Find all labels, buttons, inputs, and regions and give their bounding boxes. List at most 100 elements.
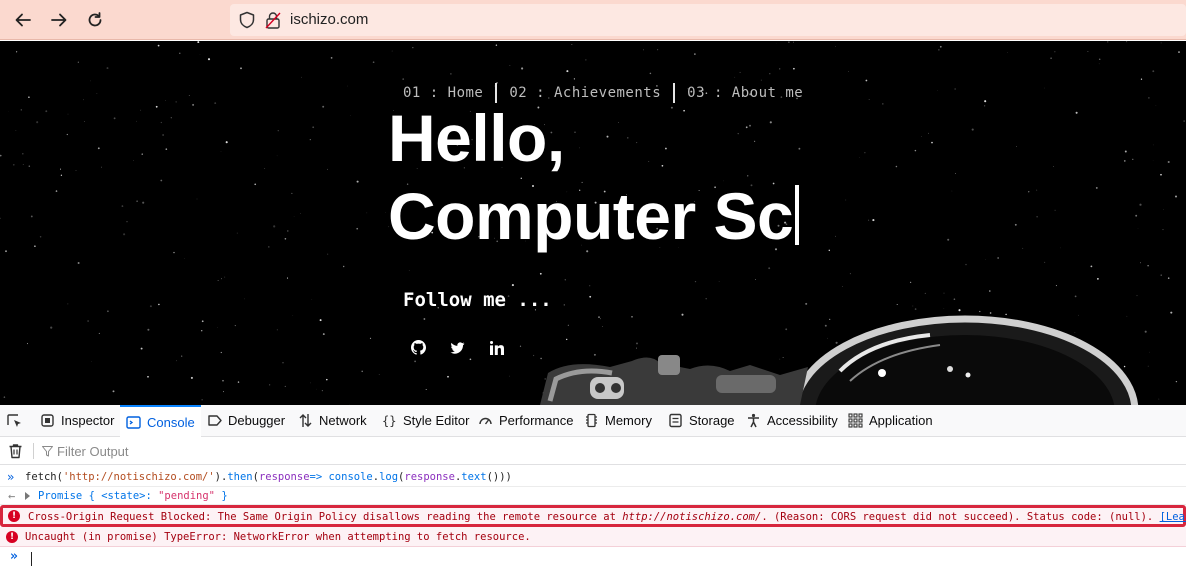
console-filter-bar (0, 437, 1186, 465)
star (739, 71, 741, 73)
code-token: ). (214, 471, 228, 483)
star (269, 384, 271, 386)
filter-output-input[interactable] (57, 441, 357, 461)
star (921, 136, 922, 137)
astronaut-helmet-image (540, 315, 1139, 405)
star (27, 343, 28, 345)
star (87, 320, 89, 322)
tab-console[interactable]: Console (120, 405, 201, 437)
star (140, 347, 143, 350)
star (509, 375, 510, 377)
forward-button[interactable] (46, 8, 72, 32)
back-arrow-icon (15, 13, 31, 27)
tab-application[interactable]: Application (842, 405, 939, 436)
star (1174, 195, 1178, 198)
inspector-icon (41, 414, 54, 427)
star (3, 396, 6, 398)
cors-error-message: ! Cross-Origin Request Blocked: The Same… (0, 505, 1186, 527)
shield-icon[interactable] (238, 11, 256, 29)
learn-more-link[interactable]: [Learn More] (1160, 511, 1186, 523)
star (511, 284, 514, 287)
star (149, 305, 152, 308)
star (835, 45, 836, 47)
tab-inspector[interactable]: Inspector (34, 405, 120, 436)
code-token: fetch( (25, 471, 63, 483)
back-button[interactable] (10, 8, 36, 32)
star (319, 319, 322, 322)
console-result-line[interactable]: ← Promise { <state>: "pending" } (0, 487, 1186, 505)
star (321, 390, 323, 392)
star (217, 279, 219, 281)
tab-label: Accessibility (767, 413, 838, 428)
tab-accessibility[interactable]: Accessibility (740, 405, 844, 436)
star (140, 109, 142, 111)
network-icon (299, 414, 312, 427)
star (414, 360, 416, 363)
star (1087, 50, 1089, 53)
star (1135, 214, 1138, 217)
tab-debugger[interactable]: Debugger (201, 405, 291, 436)
star (1054, 51, 1056, 53)
tab-label: Style Editor (403, 413, 470, 428)
star (649, 72, 652, 75)
star (931, 141, 933, 144)
star (311, 299, 313, 301)
star (1178, 51, 1180, 54)
star (0, 217, 1, 219)
star (214, 102, 217, 104)
star (1124, 150, 1127, 153)
star (55, 190, 58, 192)
star (694, 53, 696, 55)
star (989, 290, 991, 292)
star (277, 130, 279, 132)
linkedin-icon[interactable] (488, 339, 505, 356)
star (75, 170, 77, 171)
star (165, 148, 168, 150)
tab-style-editor[interactable]: {} Style Editor (376, 405, 475, 436)
star (842, 286, 843, 287)
hero-typed-text: Computer Sc (388, 179, 794, 253)
star (1140, 78, 1143, 80)
element-picker-icon[interactable] (6, 413, 23, 430)
star (133, 160, 134, 161)
console-command-input[interactable]: » (0, 547, 1186, 569)
star (1152, 70, 1155, 73)
star (207, 58, 211, 61)
star (909, 281, 912, 284)
star (564, 279, 566, 281)
star (1123, 160, 1126, 162)
tab-label: Debugger (228, 413, 286, 428)
star (539, 272, 542, 275)
tab-network[interactable]: Network (292, 405, 373, 436)
star (273, 225, 276, 228)
star (573, 78, 576, 80)
lock-icon[interactable] (265, 11, 281, 29)
star (141, 153, 143, 155)
star (1014, 223, 1017, 226)
star (284, 237, 287, 240)
star (1074, 295, 1077, 298)
trash-icon[interactable] (8, 443, 23, 459)
expand-triangle-icon[interactable] (25, 492, 30, 500)
star (22, 153, 24, 155)
url-bar[interactable]: ischizo.com (230, 4, 1186, 36)
filter-icon (42, 446, 53, 457)
reload-icon (88, 12, 102, 27)
github-icon[interactable] (410, 339, 427, 356)
star (1139, 203, 1142, 206)
star (22, 164, 24, 166)
tab-label: Console (147, 414, 195, 430)
tab-storage[interactable]: Storage (662, 405, 741, 436)
star (954, 173, 956, 175)
tab-performance[interactable]: Performance (472, 405, 579, 436)
star (309, 139, 311, 141)
twitter-icon[interactable] (449, 339, 466, 356)
star (1028, 191, 1030, 193)
star (39, 235, 42, 238)
star (155, 105, 158, 108)
star (1090, 265, 1093, 268)
star (391, 50, 393, 52)
reload-button[interactable] (82, 8, 108, 32)
star (1075, 111, 1078, 114)
tab-memory[interactable]: Memory (578, 405, 658, 436)
